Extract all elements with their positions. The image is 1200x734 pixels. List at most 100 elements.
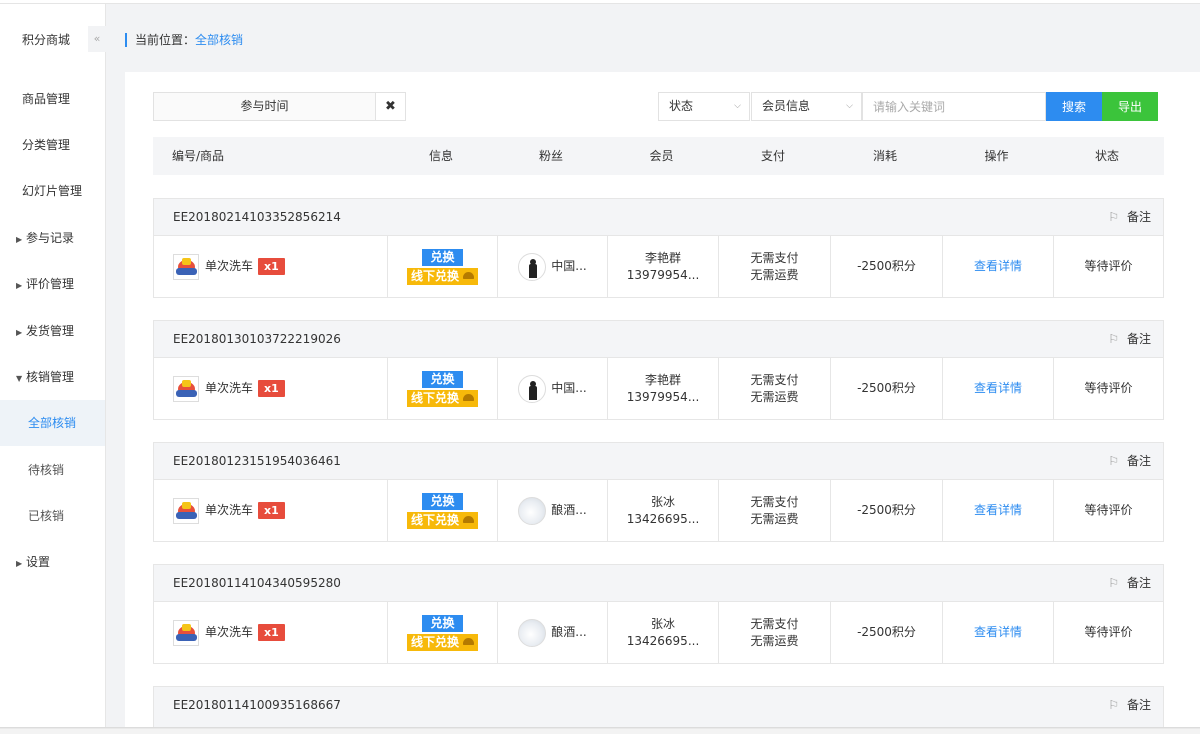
sidebar-item-label: 分类管理	[22, 138, 71, 152]
order-row: 单次洗车 x1 兑换 线下兑换 中国... 李艳群 13979954... 无需…	[154, 358, 1163, 419]
status-cell: 等待评价	[1053, 480, 1163, 541]
column-header-payment: 支付	[760, 149, 785, 163]
order-block: EE20180214103352856214 ⚐ 备注 单次洗车 x1 兑换 线下…	[153, 198, 1164, 298]
status-cell: 等待评价	[1053, 358, 1163, 419]
order-row: 单次洗车 x1 兑换 线下兑换 酿酒... 张冰 13426695... 无需支…	[154, 602, 1163, 663]
participation-time-picker[interactable]: 参与时间	[153, 92, 376, 121]
sidebar-item-products[interactable]: 商品管理	[0, 76, 105, 122]
view-details-link[interactable]: 查看详情	[974, 380, 1022, 397]
order-row: 单次洗车 x1 兑换 线下兑换 中国... 李艳群 13979954... 无需…	[154, 236, 1163, 297]
status-select[interactable]: 状态 ⌵	[658, 92, 750, 121]
horizontal-scrollbar[interactable]	[0, 727, 1200, 734]
collapse-sidebar-icon[interactable]: «	[88, 26, 106, 52]
product-name: 单次洗车	[205, 503, 254, 517]
product-thumbnail	[173, 497, 199, 524]
offline-exchange-badge: 线下兑换	[406, 389, 478, 407]
order-header: EE20180130103722219026 ⚐ 备注	[154, 321, 1163, 358]
member-info-select[interactable]: 会员信息 ⌵	[751, 92, 862, 121]
sidebar-item-label: 待核销	[28, 463, 65, 477]
note-button[interactable]: ⚐ 备注	[1108, 199, 1151, 236]
sidebar-item-slides[interactable]: 幻灯片管理	[0, 168, 105, 214]
sidebar-item-shipping[interactable]: ▶ 发货管理	[0, 308, 105, 354]
member-name: 张冰	[650, 616, 675, 631]
sidebar-item-label: 参与记录	[26, 231, 75, 245]
member-name: 李艳群	[644, 372, 681, 387]
note-button[interactable]: ⚐ 备注	[1108, 321, 1151, 358]
sidebar-item-pending-verification[interactable]: 待核销	[0, 447, 105, 493]
sidebar-item-settings[interactable]: ▶ 设置	[0, 539, 105, 585]
sidebar-item-label: 发货管理	[26, 324, 75, 338]
member-cell: 张冰 13426695...	[607, 480, 718, 541]
quantity-badge: x1	[258, 380, 285, 397]
top-border	[0, 0, 1200, 4]
avatar	[518, 252, 547, 281]
sidebar-item-verification[interactable]: ▼ 核销管理	[0, 354, 105, 400]
status-cell: 等待评价	[1053, 602, 1163, 663]
note-label: 备注	[1126, 332, 1151, 346]
order-number: EE20180114104340595280	[173, 576, 341, 590]
view-details-link[interactable]: 查看详情	[974, 624, 1022, 641]
status-select-label: 状态	[669, 99, 694, 113]
chevron-down-icon: ⌵	[734, 101, 741, 111]
sidebar-item-label: 评价管理	[26, 277, 75, 291]
sidebar-item-label: 全部核销	[28, 416, 77, 430]
fan-name: 中国...	[551, 259, 587, 273]
lock-icon	[463, 515, 474, 523]
export-button[interactable]: 导出	[1102, 92, 1158, 121]
flag-icon: ⚐	[1108, 210, 1119, 224]
payment-status: 无需支付	[750, 494, 799, 509]
cost-cell: -2500积分	[830, 480, 942, 541]
info-cell: 兑换 线下兑换	[387, 602, 497, 663]
product-cell: 单次洗车 x1	[154, 602, 387, 663]
fan-name: 酿酒...	[551, 503, 587, 517]
view-details-link[interactable]: 查看详情	[974, 258, 1022, 275]
note-button[interactable]: ⚐ 备注	[1108, 687, 1151, 724]
scrollbar-thumb[interactable]	[0, 729, 1200, 734]
note-button[interactable]: ⚐ 备注	[1108, 565, 1151, 602]
payment-cell: 无需支付 无需运费	[718, 602, 830, 663]
product-cell: 单次洗车 x1	[154, 236, 387, 297]
offline-exchange-label: 线下兑换	[410, 390, 459, 405]
shipping-fee-status: 无需运费	[750, 389, 799, 404]
payment-cell: 无需支付 无需运费	[718, 480, 830, 541]
caret-right-icon: ▶	[16, 281, 23, 290]
member-phone: 13979954...	[626, 267, 700, 282]
keyword-search-input[interactable]	[862, 92, 1046, 121]
exchange-badge: 兑换	[422, 370, 463, 388]
note-button[interactable]: ⚐ 备注	[1108, 443, 1151, 480]
member-phone: 13979954...	[626, 389, 700, 404]
fan-cell: 中国...	[497, 358, 607, 419]
shipping-fee-status: 无需运费	[750, 267, 799, 282]
sidebar-item-categories[interactable]: 分类管理	[0, 122, 105, 168]
clear-time-icon[interactable]: ✖	[376, 92, 406, 121]
order-row: 单次洗车 x1 兑换 线下兑换 酿酒... 张冰 13426695... 无需支…	[154, 480, 1163, 541]
sidebar-item-participation[interactable]: ▶ 参与记录	[0, 215, 105, 261]
chevron-down-icon: ⌵	[846, 101, 853, 111]
offline-exchange-badge: 线下兑换	[406, 511, 478, 529]
breadcrumb-prefix: 当前位置：	[135, 33, 196, 47]
quantity-badge: x1	[258, 258, 285, 275]
sidebar-item-label: 已核销	[28, 509, 65, 523]
action-cell: 查看详情	[942, 236, 1053, 297]
flag-icon: ⚐	[1108, 454, 1119, 468]
column-header-status: 状态	[1094, 149, 1119, 163]
shipping-fee-status: 无需运费	[750, 511, 799, 526]
avatar	[518, 496, 547, 525]
view-details-link[interactable]: 查看详情	[974, 502, 1022, 519]
offline-exchange-label: 线下兑换	[410, 512, 459, 527]
payment-cell: 无需支付 无需运费	[718, 358, 830, 419]
caret-down-icon: ▼	[16, 374, 23, 383]
sidebar-item-reviews[interactable]: ▶ 评价管理	[0, 261, 105, 307]
search-button[interactable]: 搜索	[1046, 92, 1102, 121]
shipping-fee-status: 无需运费	[750, 633, 799, 648]
breadcrumb-current[interactable]: 全部核销	[195, 33, 243, 47]
lock-icon	[463, 271, 474, 279]
note-label: 备注	[1126, 698, 1151, 712]
note-label: 备注	[1126, 576, 1151, 590]
sidebar-item-all-verification[interactable]: 全部核销	[0, 400, 105, 446]
sidebar-item-verified[interactable]: 已核销	[0, 493, 105, 539]
cost-cell: -2500积分	[830, 236, 942, 297]
member-phone: 13426695...	[626, 511, 700, 526]
order-block: EE20180123151954036461 ⚐ 备注 单次洗车 x1 兑换 线下…	[153, 442, 1164, 542]
lock-icon	[463, 393, 474, 401]
